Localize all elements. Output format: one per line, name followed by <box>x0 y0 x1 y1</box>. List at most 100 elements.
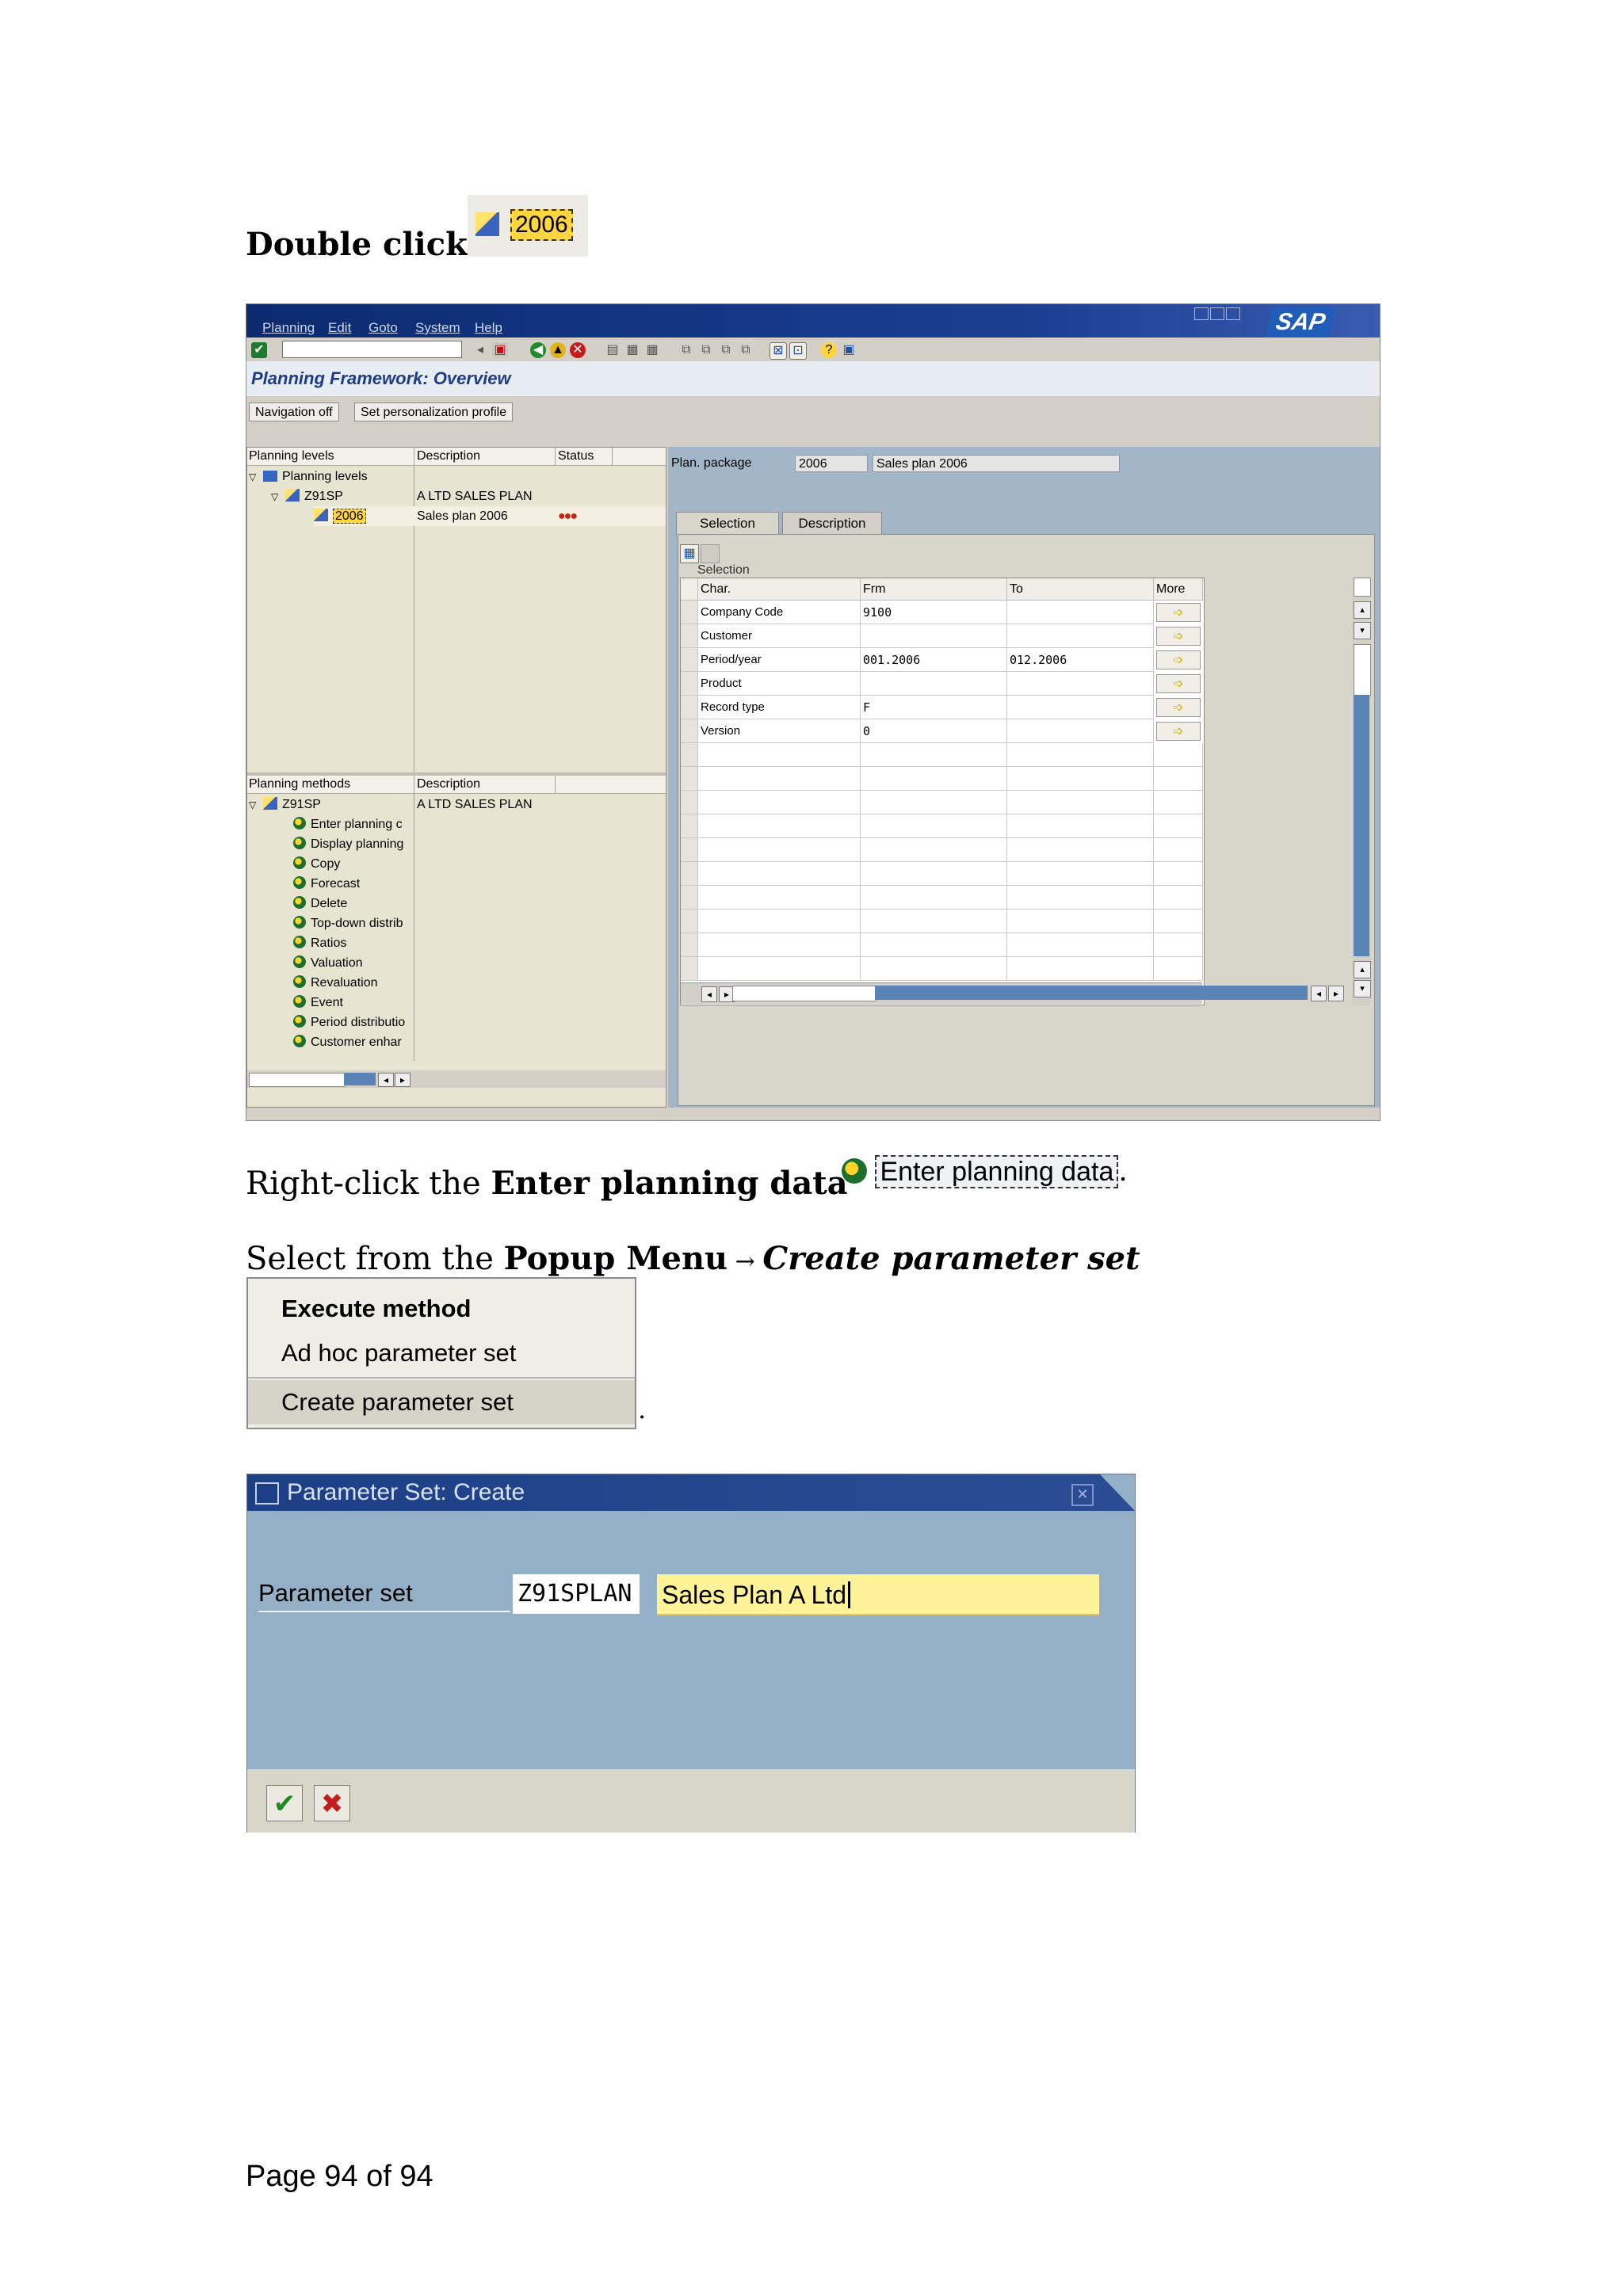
scroll-left-icon[interactable]: ◂ <box>701 986 717 1002</box>
panel-horizontal-scrollbar[interactable]: ◂ ▸ <box>732 983 1366 1002</box>
personalization-profile-button[interactable]: Set personalization profile <box>354 402 514 421</box>
cancel-x-icon[interactable]: ✖ <box>314 1785 350 1821</box>
navigation-off-button[interactable]: Navigation off <box>249 402 339 421</box>
confirm-checkmark-icon[interactable]: ✔ <box>266 1785 303 1821</box>
shortcut-icon[interactable]: ⊡ <box>789 342 807 360</box>
details-icon[interactable]: ▦ <box>680 544 699 563</box>
tab-selection[interactable]: Selection <box>676 512 779 536</box>
scroll-left-icon[interactable]: ◂ <box>1311 986 1327 1001</box>
empty-cell <box>1154 791 1203 814</box>
cell-to[interactable] <box>1007 601 1154 624</box>
expand-icon[interactable]: ▽ <box>271 487 285 507</box>
expand-icon[interactable]: ▽ <box>249 795 263 815</box>
cell-to[interactable] <box>1007 624 1154 648</box>
cell-from[interactable]: 9100 <box>861 601 1007 624</box>
scroll-down-icon[interactable]: ▾ <box>1354 980 1371 997</box>
empty-cell <box>1154 957 1203 981</box>
expand-icon[interactable]: ▽ <box>249 467 263 487</box>
first-page-icon[interactable]: ⧉ <box>678 342 694 358</box>
previous-page-icon[interactable]: ⧉ <box>698 342 714 358</box>
method-item[interactable]: Display planning <box>293 834 412 854</box>
scroll-down-icon[interactable]: ▾ <box>1354 622 1371 639</box>
last-page-icon[interactable]: ⧉ <box>738 342 754 358</box>
method-icon <box>293 975 306 988</box>
menu-planning[interactable]: Planning <box>262 320 315 336</box>
cell-to[interactable] <box>1007 672 1154 696</box>
selection-tab-panel: ▦ Selection Char. Frm To More Company Co… <box>678 534 1375 1106</box>
empty-cell <box>1007 743 1154 767</box>
find-icon[interactable]: ▦ <box>624 342 640 358</box>
cancel-icon[interactable]: ✕ <box>570 342 586 358</box>
more-arrow-icon[interactable]: ➩ <box>1156 698 1201 717</box>
method-item[interactable]: Copy <box>293 854 412 874</box>
layout-menu-icon[interactable]: ▣ <box>841 342 857 358</box>
exit-icon[interactable]: ▲ <box>550 342 566 358</box>
tree-horizontal-scrollbar[interactable]: ◂ ▸ <box>247 1070 666 1088</box>
close-window-icon[interactable] <box>1226 307 1240 320</box>
cell-from[interactable]: 0 <box>861 719 1007 743</box>
more-arrow-icon[interactable]: ➩ <box>1156 674 1201 693</box>
back-icon[interactable]: ◀ <box>530 342 546 358</box>
scroll-left-icon[interactable]: ◂ <box>378 1073 394 1087</box>
menu-goto[interactable]: Goto <box>369 320 398 336</box>
cell-to[interactable]: 012.2006 <box>1007 648 1154 672</box>
method-root-z91sp[interactable]: ▽ Z91SP A LTD SALES PLAN <box>249 795 664 814</box>
sap-system-toolbar: ✔ ◂ ▣ ◀ ▲ ✕ ▤ ▦ ▦ ⧉ ⧉ ⧉ ⧉ ⊠ ⊡ ? ▣ <box>246 338 1380 362</box>
planning-level-icon <box>263 797 277 810</box>
more-arrow-icon[interactable]: ➩ <box>1156 722 1201 741</box>
create-session-icon[interactable]: ⊠ <box>769 342 787 360</box>
find-next-icon[interactable]: ▦ <box>644 342 660 358</box>
menu-item-ad-hoc-parameter-set[interactable]: Ad hoc parameter set <box>248 1331 635 1375</box>
dialog-close-icon[interactable]: ✕ <box>1071 1484 1094 1506</box>
method-item[interactable]: Event <box>293 993 412 1013</box>
method-item[interactable]: Period distributio <box>293 1013 412 1032</box>
help-icon[interactable]: ? <box>821 342 837 358</box>
menu-item-execute-method[interactable]: Execute method <box>248 1287 635 1331</box>
scroll-right-icon[interactable]: ▸ <box>1328 986 1344 1001</box>
tree-row-2006[interactable]: 2006 Sales plan 2006 ●●● <box>314 506 666 526</box>
method-item[interactable]: Top-down distrib <box>293 913 412 933</box>
scroll-up-icon[interactable]: ▴ <box>1354 961 1371 978</box>
scroll-up-icon[interactable]: ▴ <box>1354 601 1371 619</box>
menu-edit[interactable]: Edit <box>328 320 351 336</box>
more-arrow-icon[interactable]: ➩ <box>1156 650 1201 669</box>
layout-icon[interactable] <box>701 544 720 563</box>
parameter-set-description-field[interactable]: Sales Plan A Ltd <box>657 1574 1099 1615</box>
tree-row-planning-levels[interactable]: ▽ Planning levels <box>249 467 664 486</box>
method-item[interactable]: Revaluation <box>293 973 412 993</box>
back-arrow-icon[interactable]: ◂ <box>472 342 488 358</box>
scroll-right-icon[interactable]: ▸ <box>395 1073 411 1087</box>
tree-row-z91sp[interactable]: ▽ Z91SP A LTD SALES PLAN <box>271 486 664 506</box>
plan-package-field[interactable]: 2006 <box>795 455 868 472</box>
method-item[interactable]: Ratios <box>293 933 412 953</box>
cell-to[interactable] <box>1007 719 1154 743</box>
method-item[interactable]: Forecast <box>293 874 412 894</box>
parameter-set-id-field[interactable]: Z91SPLAN <box>513 1574 640 1614</box>
cell-from[interactable]: F <box>861 696 1007 719</box>
empty-cell <box>698 933 861 957</box>
cell-from[interactable]: 001.2006 <box>861 648 1007 672</box>
maximize-icon[interactable] <box>1210 307 1224 320</box>
more-arrow-icon[interactable]: ➩ <box>1156 627 1201 646</box>
cell-from[interactable] <box>861 624 1007 648</box>
method-item[interactable]: Customer enhar <box>293 1032 412 1052</box>
command-field[interactable] <box>282 341 462 358</box>
method-icon <box>293 995 306 1008</box>
method-item[interactable]: Valuation <box>293 953 412 973</box>
method-item[interactable]: Enter planning c <box>293 814 412 834</box>
tab-description[interactable]: Description <box>782 512 882 536</box>
cell-to[interactable] <box>1007 696 1154 719</box>
planning-level-icon <box>285 489 300 502</box>
grid-vertical-scrollbar[interactable]: ▴ ▾ ▴ ▾ <box>1352 578 1371 1005</box>
menu-system[interactable]: System <box>415 320 460 336</box>
enter-checkmark-icon[interactable]: ✔ <box>251 342 267 358</box>
print-icon[interactable]: ▤ <box>605 342 621 358</box>
cell-from[interactable] <box>861 672 1007 696</box>
menu-item-create-parameter-set[interactable]: Create parameter set <box>248 1380 635 1425</box>
method-item[interactable]: Delete <box>293 894 412 913</box>
menu-help[interactable]: Help <box>475 320 502 336</box>
minimize-icon[interactable] <box>1194 307 1209 320</box>
next-page-icon[interactable]: ⧉ <box>718 342 734 358</box>
save-icon[interactable]: ▣ <box>492 342 508 358</box>
more-arrow-icon[interactable]: ➩ <box>1156 603 1201 622</box>
